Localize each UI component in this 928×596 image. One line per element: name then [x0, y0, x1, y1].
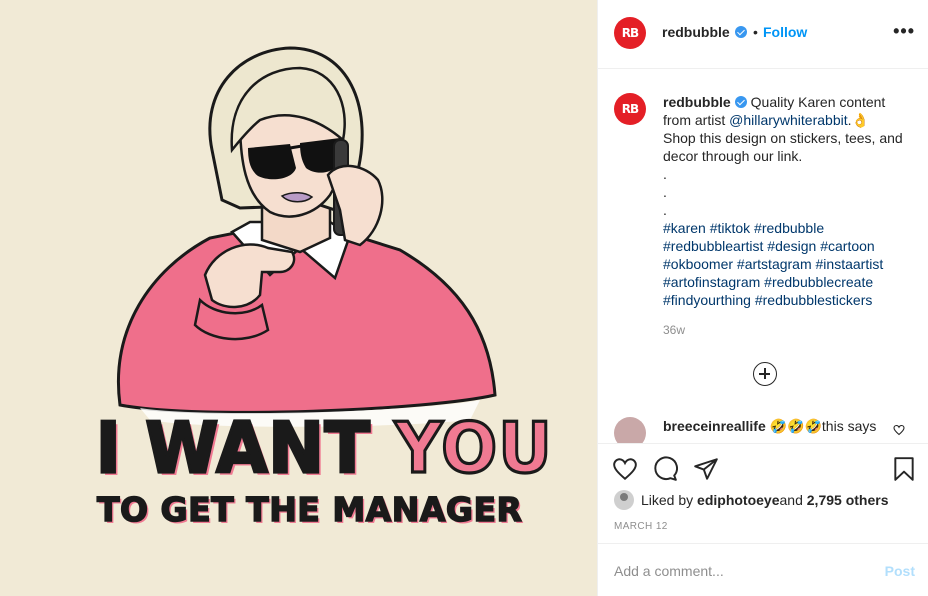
poster-headline-part1: I WANT [95, 406, 372, 490]
liker-avatar[interactable] [614, 490, 634, 510]
caption-hashtags[interactable]: #karen #tiktok #redbubble #redbubblearti… [663, 219, 903, 309]
caption-avatar[interactable]: RB [614, 93, 646, 125]
poster-headline: I WANT YOU [95, 406, 554, 492]
poster-headline-part2: YOU [393, 406, 553, 490]
verified-badge-icon [734, 96, 747, 108]
comment: breeceinreallife 🤣🤣🤣this says [663, 418, 876, 435]
artist-link[interactable]: @hillarywhiterabbit [729, 112, 847, 128]
caption-timestamp: 36w [663, 323, 686, 337]
more-options-icon[interactable]: ••• [893, 22, 915, 40]
poster-subline: TO GET THE MANAGER [96, 489, 523, 530]
comment-like-heart-icon[interactable] [893, 424, 905, 436]
header-username[interactable]: redbubble [662, 24, 730, 40]
save-bookmark-icon[interactable] [891, 456, 917, 482]
post-date: MARCH 12 [614, 521, 668, 532]
likes-summary: Liked by ediphotoeye and 2,795 others [614, 490, 888, 510]
redbubble-avatar[interactable]: RB [614, 17, 646, 49]
caption-dot: . [663, 184, 667, 200]
comment-username[interactable]: breeceinreallife [663, 418, 766, 434]
load-more-comments-icon[interactable] [753, 362, 777, 386]
caption-username[interactable]: redbubble [663, 94, 731, 110]
commenter-avatar[interactable] [614, 417, 646, 443]
post-header: RB redbubble • Follow ••• [598, 0, 928, 69]
liker-username[interactable]: ediphotoeye [697, 492, 779, 508]
likes-prefix: Liked by [641, 492, 694, 508]
post-side-panel: RB redbubble • Follow ••• RB redbubble Qu… [597, 0, 928, 596]
verified-badge-icon [735, 26, 747, 38]
caption-dot: . [663, 166, 667, 182]
likes-count[interactable]: 2,795 others [807, 492, 889, 508]
post-image[interactable]: I WANT YOU TO GET THE MANAGER [0, 0, 597, 596]
follow-button[interactable]: Follow [763, 24, 807, 40]
caption-scroll-area[interactable]: RB redbubble Quality Karen content from a… [598, 70, 928, 443]
caption-dot: . [663, 202, 667, 218]
separator-dot: • [753, 24, 758, 40]
comment-bubble-icon[interactable] [652, 456, 678, 482]
post-comment-button[interactable]: Post [885, 563, 915, 579]
post-actions: Liked by ediphotoeye and 2,795 others MA… [598, 443, 928, 543]
post-caption: redbubble Quality Karen content from arti… [663, 93, 903, 309]
add-comment-bar: Add a comment... Post [598, 543, 928, 596]
likes-middle: and [779, 492, 803, 508]
comment-text: 🤣🤣🤣this says [769, 418, 877, 434]
add-comment-input[interactable]: Add a comment... [614, 563, 724, 579]
like-heart-icon[interactable] [612, 456, 638, 482]
share-paper-plane-icon[interactable] [693, 456, 719, 482]
